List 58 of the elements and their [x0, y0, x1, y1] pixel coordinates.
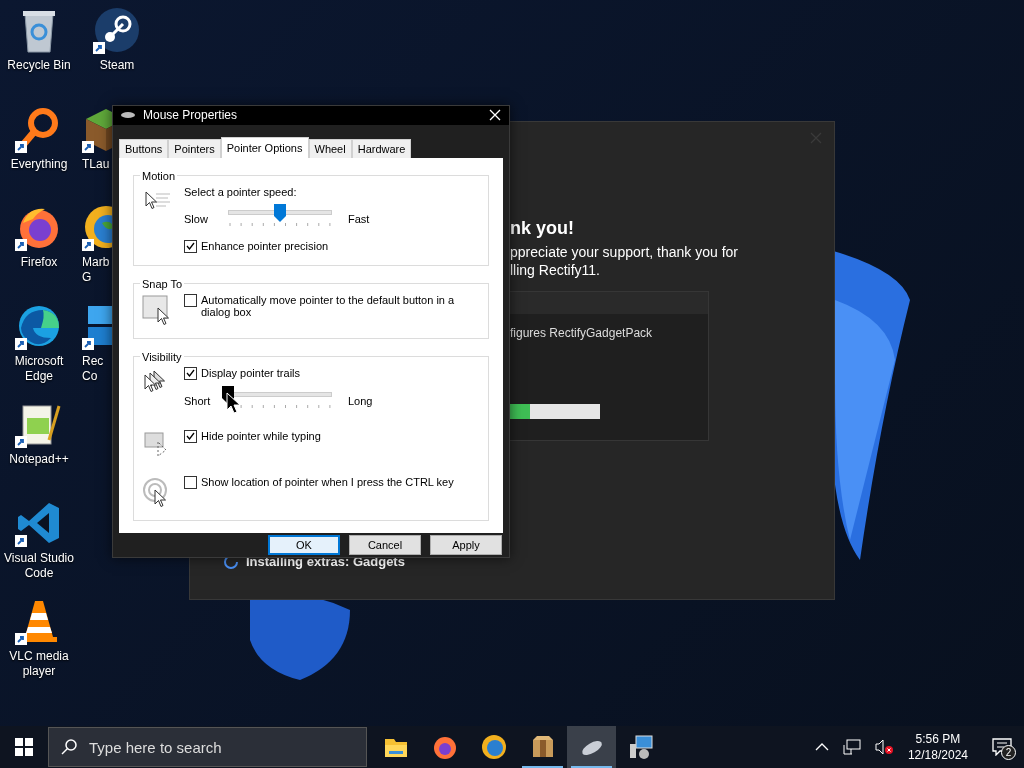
tab[interactable]: Hardware: [351, 138, 412, 158]
sun-globe-icon: [480, 734, 507, 760]
dialog-button[interactable]: Cancel: [349, 534, 421, 555]
group-title: Motion: [141, 169, 177, 182]
desktop-icon-label[interactable]: Visual Studio Code: [1, 550, 77, 581]
message-icon: [992, 738, 1012, 756]
tab[interactable]: Buttons: [119, 138, 169, 158]
notification-button[interactable]: 2: [980, 726, 1024, 768]
desktop-icon-label[interactable]: VLC media player: [1, 649, 77, 679]
heading: nk you!: [510, 218, 574, 239]
search-field[interactable]: Type here to search: [48, 727, 367, 767]
desktop-icon-label[interactable]: Rec Co: [82, 353, 112, 384]
desktop-icon-label[interactable]: Everything: [1, 156, 77, 172]
checkbox[interactable]: [184, 239, 197, 253]
desktop-icon-label[interactable]: Microsoft Edge: [1, 353, 77, 384]
group-title: Visibility: [141, 350, 183, 363]
checkbox-label[interactable]: Hide pointer while typing: [201, 429, 321, 442]
taskbar-app[interactable]: [567, 726, 616, 768]
checkbox[interactable]: [184, 475, 197, 489]
tab[interactable]: Wheel: [308, 138, 352, 158]
checkbox[interactable]: [184, 293, 197, 307]
dialog-button[interactable]: OK: [268, 534, 340, 555]
fox-globe-icon: [431, 734, 458, 760]
desktop-icon-label[interactable]: TLau: [82, 156, 112, 172]
group-title: Snap To: [141, 277, 184, 290]
slider-thumb[interactable]: [274, 203, 286, 222]
desktop-icon-label[interactable]: Firefox: [1, 255, 77, 270]
clock[interactable]: 5:56 PM 12/18/2024: [903, 731, 972, 763]
slider-max-label: Long: [348, 394, 374, 407]
windows-logo-icon: [15, 738, 33, 756]
checkbox-label[interactable]: Show location of pointer when I press the CTRL key: [201, 475, 454, 488]
control-panel-icon: [627, 734, 654, 760]
mouse-pointer-icon: [226, 391, 240, 414]
desktop-icon-label[interactable]: Notepad++: [1, 452, 77, 467]
slider-min-label: Short: [184, 394, 212, 407]
slider-prompt: Select a pointer speed:: [184, 185, 298, 198]
checkbox[interactable]: [184, 366, 197, 380]
desktop-icon-label[interactable]: Steam: [79, 58, 155, 73]
slider-min-label: Slow: [184, 212, 209, 225]
checkbox[interactable]: [184, 429, 197, 443]
task-status: figures RectifyGadgetPack: [510, 326, 653, 340]
tab[interactable]: Pointer Options: [220, 136, 309, 158]
message-text: ppreciate your support, thank you for lling Rectify11.: [510, 243, 740, 279]
window-title: Mouse Properties: [143, 108, 239, 123]
checkbox-label[interactable]: Enhance pointer precision: [201, 239, 329, 252]
tab[interactable]: Pointers: [168, 138, 221, 158]
close-button[interactable]: [489, 109, 501, 122]
desktop-icon-label[interactable]: Recycle Bin: [1, 58, 77, 73]
mouse-icon: [121, 111, 135, 120]
dialog-button[interactable]: Apply: [430, 534, 502, 555]
notification-count: 2: [1001, 745, 1016, 760]
desktop-icon-label[interactable]: Marb G: [82, 255, 112, 285]
slider-max-label: Fast: [348, 212, 371, 225]
checkbox-label[interactable]: Display pointer trails: [201, 366, 301, 379]
close-icon: [489, 109, 501, 122]
search-icon: [61, 739, 77, 755]
status-text: Installing extras: Gadgets: [246, 554, 405, 569]
checkbox-label[interactable]: Automatically move pointer to the default button in a dialog box: [201, 293, 478, 318]
